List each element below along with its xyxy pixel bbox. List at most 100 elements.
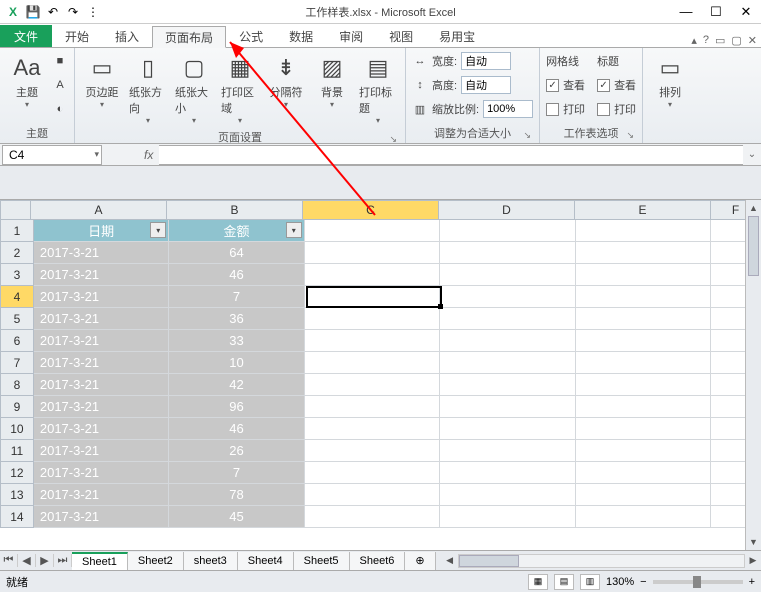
vsb-down-icon[interactable]: ▼: [746, 534, 761, 550]
arrange-button[interactable]: ▭ 排列 ▾: [649, 50, 691, 111]
cell[interactable]: [440, 462, 575, 484]
cell[interactable]: 2017-3-21: [34, 242, 169, 264]
page-setup-button[interactable]: ▦打印区域▾: [219, 50, 261, 127]
row-header[interactable]: 5: [0, 308, 34, 330]
theme-effects-icon[interactable]: ◐: [52, 101, 68, 117]
help-icon[interactable]: ?: [703, 34, 709, 47]
row-header[interactable]: 1: [0, 220, 34, 242]
row-header[interactable]: 13: [0, 484, 34, 506]
width-input[interactable]: [461, 52, 511, 70]
cell[interactable]: 2017-3-21: [34, 484, 169, 506]
zoom-value[interactable]: 130%: [606, 576, 634, 588]
cell[interactable]: 2017-3-21: [34, 440, 169, 462]
cell[interactable]: [576, 440, 711, 462]
vsb-thumb[interactable]: [748, 216, 759, 276]
gridlines-view-checkbox[interactable]: ✓: [546, 79, 559, 92]
cell[interactable]: [576, 484, 711, 506]
cell[interactable]: [440, 440, 575, 462]
cell[interactable]: 36: [169, 308, 304, 330]
zoom-slider-thumb[interactable]: [693, 576, 701, 588]
page-setup-button[interactable]: ▯纸张方向▾: [127, 50, 169, 127]
sheet-tab[interactable]: Sheet1: [72, 552, 128, 570]
filter-button[interactable]: ▾: [286, 222, 302, 238]
cell[interactable]: [305, 462, 440, 484]
qat-more-icon[interactable]: ⋮: [84, 3, 102, 21]
cell[interactable]: 96: [169, 396, 304, 418]
workbook-close-icon[interactable]: ✕: [748, 34, 757, 47]
cell[interactable]: [305, 418, 440, 440]
cell[interactable]: 2017-3-21: [34, 330, 169, 352]
view-pagebreak-button[interactable]: ▥: [580, 574, 600, 590]
ribbon-tab[interactable]: 公式: [226, 25, 276, 47]
cell[interactable]: 2017-3-21: [34, 264, 169, 286]
cell[interactable]: [305, 506, 440, 528]
workbook-min-icon[interactable]: ▭: [715, 34, 725, 47]
cell[interactable]: 2017-3-21: [34, 418, 169, 440]
cell[interactable]: [305, 264, 440, 286]
cell[interactable]: 45: [169, 506, 304, 528]
gridlines-view-row[interactable]: ✓查看: [546, 74, 585, 96]
cell[interactable]: [576, 220, 711, 242]
close-button[interactable]: ✕: [731, 0, 761, 24]
name-box[interactable]: C4 ▾: [2, 145, 102, 165]
cell[interactable]: [305, 440, 440, 462]
hsb-track[interactable]: [458, 554, 745, 568]
cell[interactable]: [576, 418, 711, 440]
cell[interactable]: 金额▾: [169, 220, 304, 242]
hsb-left-icon[interactable]: ◀: [442, 555, 458, 566]
ribbon-tab[interactable]: 审阅: [326, 25, 376, 47]
cell[interactable]: [305, 396, 440, 418]
cell[interactable]: 10: [169, 352, 304, 374]
maximize-button[interactable]: ☐: [701, 0, 731, 24]
ribbon-tab[interactable]: 插入: [102, 25, 152, 47]
cell[interactable]: [440, 396, 575, 418]
column-header[interactable]: C: [303, 200, 439, 220]
headings-view-checkbox[interactable]: ✓: [597, 79, 610, 92]
sheet-nav-next-icon[interactable]: ▶: [36, 554, 54, 567]
cell[interactable]: [576, 330, 711, 352]
view-layout-button[interactable]: ▤: [554, 574, 574, 590]
cell[interactable]: [576, 462, 711, 484]
vertical-scrollbar[interactable]: ▲ ▼: [745, 200, 761, 550]
cell[interactable]: [305, 484, 440, 506]
cell[interactable]: [440, 286, 575, 308]
sheet-tab[interactable]: sheet3: [184, 552, 238, 570]
cell[interactable]: 7: [169, 286, 304, 308]
ribbon-tab[interactable]: 开始: [52, 25, 102, 47]
theme-fonts-icon[interactable]: A: [52, 77, 68, 93]
cell[interactable]: 42: [169, 374, 304, 396]
row-header[interactable]: 9: [0, 396, 34, 418]
headings-print-row[interactable]: 打印: [597, 98, 636, 120]
page-setup-button[interactable]: ▨背景▾: [311, 50, 353, 111]
vsb-track[interactable]: [746, 216, 761, 534]
scale-dialog-icon[interactable]: ↘: [524, 130, 532, 141]
cell[interactable]: [440, 242, 575, 264]
cell[interactable]: 46: [169, 264, 304, 286]
page-setup-dialog-icon[interactable]: ↘: [389, 134, 397, 145]
cell[interactable]: [305, 352, 440, 374]
sheet-nav-last-icon[interactable]: ⏭: [54, 554, 72, 567]
page-setup-button[interactable]: ▭页边距▾: [81, 50, 123, 111]
horizontal-scrollbar[interactable]: ◀ ▶: [442, 554, 761, 568]
column-header[interactable]: D: [439, 200, 575, 220]
cell[interactable]: [576, 352, 711, 374]
ribbon-tab[interactable]: 数据: [276, 25, 326, 47]
undo-icon[interactable]: ↶: [44, 3, 62, 21]
cell[interactable]: 7: [169, 462, 304, 484]
row-header[interactable]: 10: [0, 418, 34, 440]
row-header[interactable]: 11: [0, 440, 34, 462]
workbook-max-icon[interactable]: ▢: [731, 34, 741, 47]
themes-button[interactable]: Aa 主题 ▾: [6, 50, 48, 111]
cell[interactable]: [440, 330, 575, 352]
theme-colors-icon[interactable]: ■: [52, 53, 68, 69]
ribbon-tab[interactable]: 页面布局: [152, 26, 226, 48]
cell[interactable]: 2017-3-21: [34, 286, 169, 308]
cell[interactable]: [305, 242, 440, 264]
headings-print-checkbox[interactable]: [597, 103, 610, 116]
sheet-tab[interactable]: Sheet6: [350, 552, 406, 570]
column-header[interactable]: A: [31, 200, 167, 220]
row-header[interactable]: 6: [0, 330, 34, 352]
cell[interactable]: 46: [169, 418, 304, 440]
cell[interactable]: [305, 374, 440, 396]
worksheet-grid[interactable]: ABCDEF 1日期▾金额▾22017-3-216432017-3-214642…: [0, 200, 761, 550]
